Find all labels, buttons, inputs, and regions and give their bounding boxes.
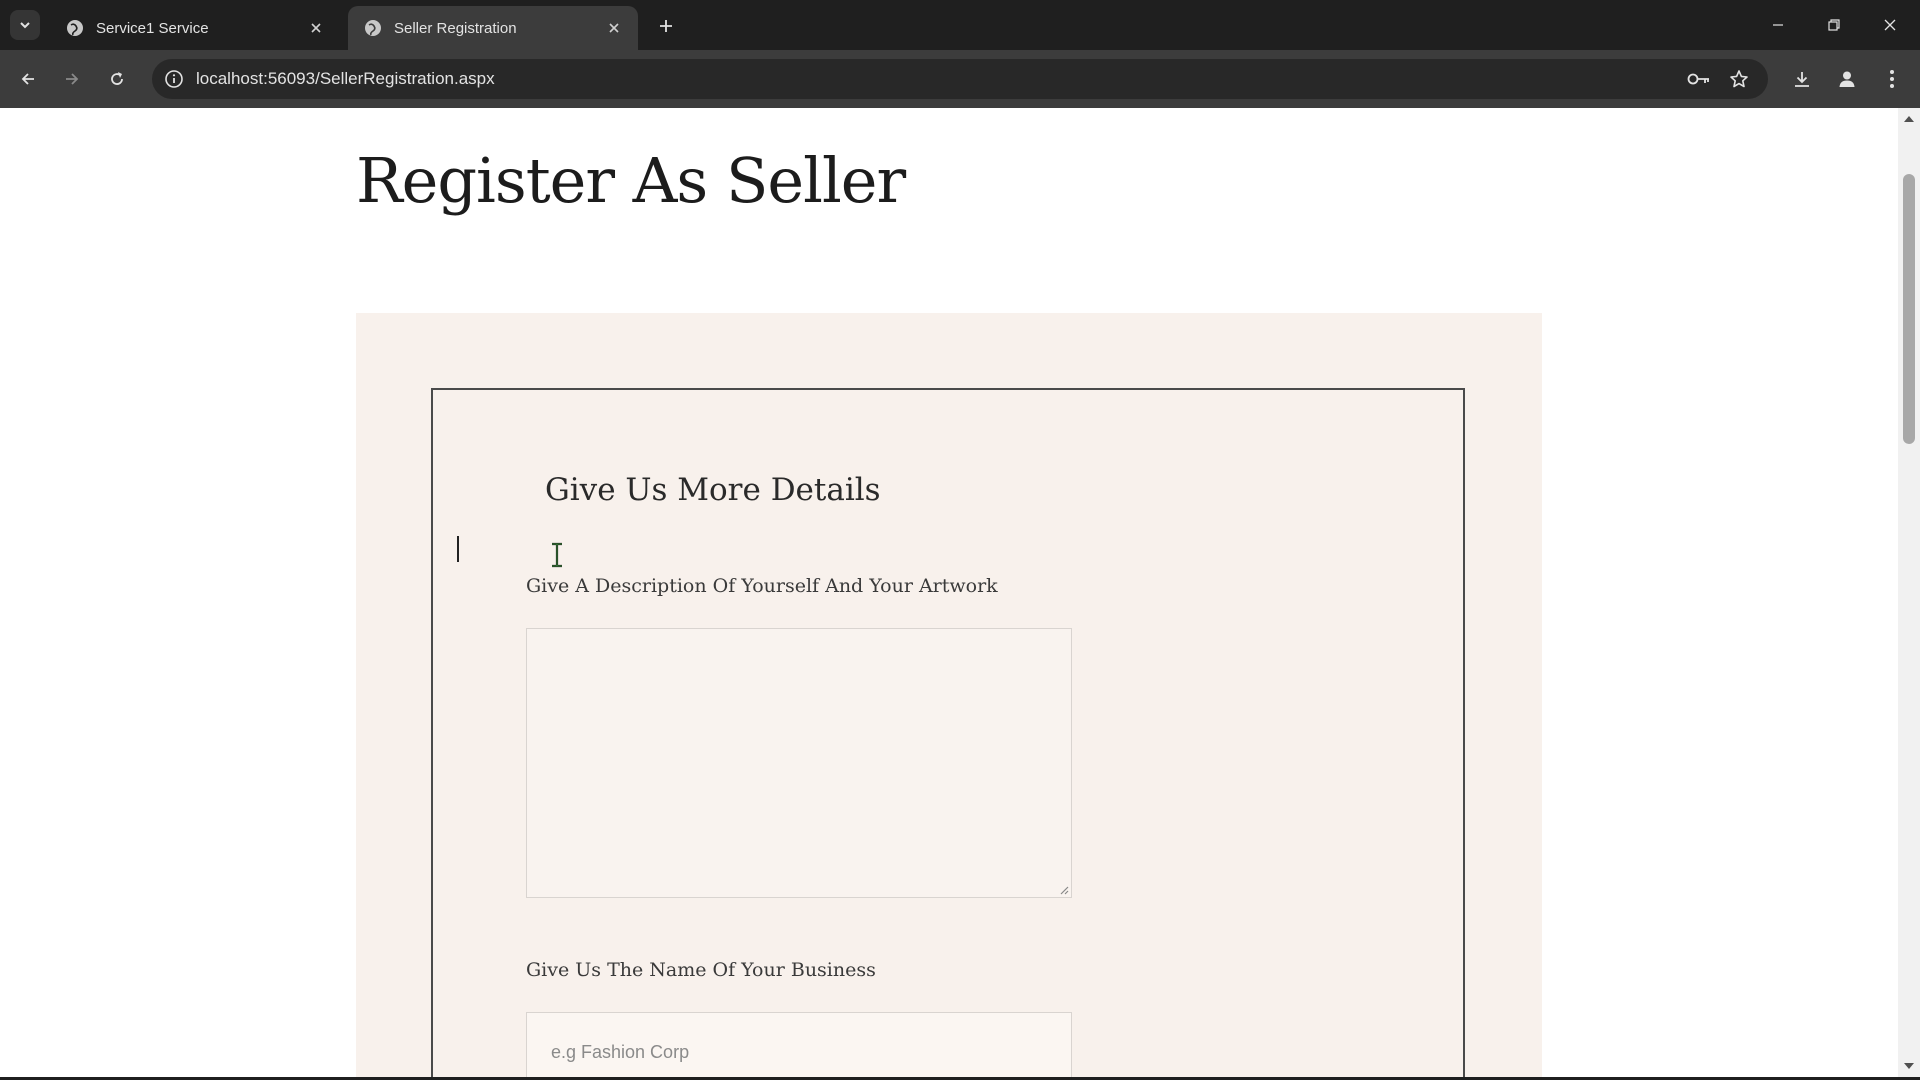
back-arrow-icon	[21, 73, 34, 85]
browser-toolbar: localhost:56093/SellerRegistration.aspx	[0, 50, 1920, 108]
key-icon[interactable]	[1686, 67, 1712, 91]
download-button[interactable]	[1786, 63, 1818, 95]
profile-icon	[1839, 71, 1855, 87]
restore-button[interactable]	[1806, 0, 1862, 50]
text-cursor-icon	[552, 542, 562, 568]
restore-icon	[1828, 19, 1840, 31]
profile-button[interactable]	[1831, 63, 1863, 95]
scrollbar-thumb[interactable]	[1903, 174, 1915, 444]
info-icon[interactable]	[162, 67, 186, 91]
description-textarea[interactable]	[526, 628, 1072, 898]
details-card: Give Us More Details Give A Description …	[431, 388, 1465, 1077]
window-close-icon	[1884, 19, 1896, 31]
globe-icon	[66, 19, 84, 37]
close-icon[interactable]	[306, 18, 326, 38]
description-label: Give A Description Of Yourself And Your …	[526, 575, 998, 597]
url-text[interactable]: localhost:56093/SellerRegistration.aspx	[196, 59, 495, 99]
scroll-down-arrow-icon[interactable]	[1904, 1063, 1914, 1069]
back-button[interactable]	[12, 63, 44, 95]
tab-seller-registration[interactable]: Seller Registration	[348, 6, 638, 50]
vertical-scrollbar[interactable]	[1898, 108, 1920, 1077]
minimize-icon	[1773, 24, 1783, 26]
minimize-button[interactable]	[1750, 0, 1806, 50]
tab-service1[interactable]: Service1 Service	[50, 6, 340, 50]
globe-icon	[364, 19, 382, 37]
forward-arrow-icon	[66, 73, 79, 85]
tab-search-button[interactable]	[10, 10, 40, 40]
registration-panel: Give Us More Details Give A Description …	[356, 313, 1542, 1077]
scroll-up-arrow-icon[interactable]	[1904, 116, 1914, 122]
close-icon[interactable]	[604, 18, 624, 38]
new-tab-button[interactable]	[652, 12, 680, 40]
business-name-input[interactable]	[526, 1012, 1072, 1077]
text-caret	[457, 536, 459, 562]
reload-icon	[111, 72, 123, 85]
plus-icon	[660, 20, 672, 32]
reload-button[interactable]	[101, 63, 133, 95]
star-icon[interactable]	[1726, 67, 1752, 91]
window-close-button[interactable]	[1862, 0, 1918, 50]
kebab-menu-icon	[1890, 70, 1894, 88]
chevron-down-icon	[20, 22, 30, 29]
card-title: Give Us More Details	[545, 472, 881, 508]
tab-title: Seller Registration	[394, 19, 517, 37]
resize-handle-icon[interactable]	[1057, 883, 1069, 895]
download-icon	[1795, 72, 1809, 87]
address-bar[interactable]: localhost:56093/SellerRegistration.aspx	[152, 59, 1768, 99]
forward-button[interactable]	[56, 63, 88, 95]
browser-titlebar: Service1 Service Seller Registration	[0, 0, 1920, 50]
business-name-label: Give Us The Name Of Your Business	[526, 959, 876, 981]
page-title: Register As Seller	[356, 144, 906, 217]
menu-button[interactable]	[1876, 63, 1908, 95]
tab-title: Service1 Service	[96, 19, 209, 37]
page-viewport: Register As Seller Give Us More Details …	[0, 108, 1898, 1077]
